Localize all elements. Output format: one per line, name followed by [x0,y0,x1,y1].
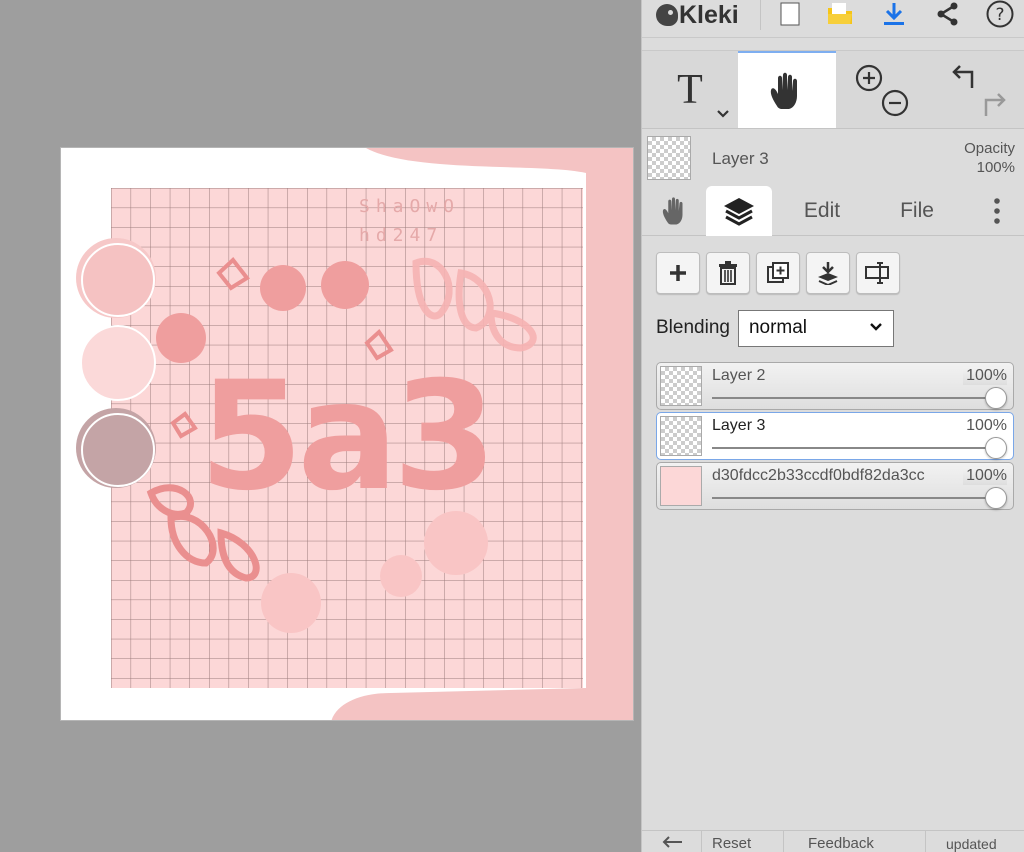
layer-list: Layer 2 100% Layer 3 100% d30fdcc2b33ccd… [656,362,1014,512]
layer-name: Layer 2 [712,367,766,384]
artwork-main-text: 5a3 [199,350,491,524]
chevron-down-icon[interactable] [716,109,730,119]
undo-redo-buttons[interactable] [932,51,1022,129]
save-button[interactable] [874,0,914,28]
undo-redo-icon [952,65,1006,116]
reset-button[interactable]: Reset [702,831,784,852]
layer-opacity-slider[interactable] [712,497,1005,499]
panel-tabs: Edit File [642,184,1024,236]
opacity-label: Opacity [964,140,1015,157]
kleki-logo-icon [656,4,678,26]
layer-name: d30fdcc2b33ccdf0bdf82da3cc [712,467,925,484]
layer-thumbnail [660,416,702,456]
layer-actions [656,252,900,294]
layer-thumbnail [660,366,702,406]
blending-label: Blending [656,317,730,338]
layer-item[interactable]: d30fdcc2b33ccdf0bdf82da3cc 100% [656,462,1014,510]
layer-opacity: 100% [963,417,1007,435]
layers-icon [724,198,754,226]
current-layer-thumbnail [647,136,691,180]
app-name: Kleki [679,0,739,29]
layer-item[interactable]: Layer 2 100% [656,362,1014,410]
zoom-buttons[interactable] [842,51,922,129]
artwork-small-text-2: hd247 [359,225,443,246]
layer-opacity-handle[interactable] [985,437,1007,459]
delete-layer-button[interactable] [706,252,750,294]
layer-opacity: 100% [963,467,1007,485]
top-toolbar: Kleki ? [642,0,1024,38]
rename-layer-button[interactable] [856,252,900,294]
tab-file[interactable]: File [872,186,962,236]
current-layer-opacity: Opacity 100% [964,139,1015,177]
help-button[interactable]: ? [980,0,1020,28]
tab-layers[interactable] [706,186,772,236]
rename-icon [865,262,889,284]
layer-opacity-slider[interactable] [712,447,1005,449]
opacity-value: 100% [976,159,1015,176]
new-page-icon [780,2,800,26]
share-icon [937,2,958,26]
hand-tool-button[interactable] [738,51,836,129]
blending-value: normal [748,317,808,338]
more-menu-button[interactable] [982,186,1012,236]
help-icon: ? [986,0,1014,28]
chevron-down-icon [870,322,882,331]
merge-down-button[interactable] [806,252,850,294]
text-tool-icon: T [677,67,703,113]
hand-icon [662,197,683,225]
layer-opacity-handle[interactable] [985,487,1007,509]
new-image-button[interactable] [770,0,810,28]
canvas-area[interactable]: 5a3 ShaOwO hd247 [0,0,641,852]
current-layer-name: Layer 3 [712,149,769,168]
duplicate-layer-button[interactable] [756,252,800,294]
share-button[interactable] [928,0,968,28]
zoom-in-out-icon [855,64,909,117]
trash-icon [719,261,737,285]
blending-row: Blending normal [656,309,894,347]
hand-icon [770,72,797,109]
blending-select[interactable]: normal [737,309,894,347]
artwork-image: 5a3 ShaOwO hd247 [76,148,633,720]
feedback-button[interactable]: Feedback [784,831,926,852]
layer-opacity: 100% [963,367,1007,385]
svg-text:?: ? [995,5,1004,25]
layer-thumbnail [660,466,702,506]
side-panel: Kleki ? T Layer 3 Opacity 100% Edit File… [641,0,1024,852]
more-vertical-icon [994,198,1000,224]
merge-down-icon [818,262,838,285]
layer-item[interactable]: Layer 3 100% [656,412,1014,460]
current-layer-info: Layer 3 Opacity 100% [642,128,1024,184]
tool-row: T [642,50,1024,129]
updated-note[interactable]: updated [926,831,1024,852]
open-button[interactable] [820,0,860,28]
download-icon [884,3,904,25]
toolbar-divider [760,0,761,30]
text-tool-button[interactable]: T [642,51,738,129]
collapse-panel-button[interactable] [642,831,702,852]
plus-icon [670,265,686,281]
bottom-bar: Reset Feedback updated [642,830,1024,852]
layer-name: Layer 3 [712,417,766,434]
open-folder-icon [828,3,852,24]
duplicate-icon [767,262,789,283]
tab-edit[interactable]: Edit [782,186,862,236]
kleki-logo[interactable]: Kleki [656,0,739,30]
tab-hand[interactable] [652,186,698,236]
add-layer-button[interactable] [656,252,700,294]
artwork-canvas[interactable]: 5a3 ShaOwO hd247 [60,147,634,721]
arrow-left-icon [662,836,682,848]
artwork-small-text-1: ShaOwO [359,196,460,217]
layer-opacity-slider[interactable] [712,397,1005,399]
layer-opacity-handle[interactable] [985,387,1007,409]
